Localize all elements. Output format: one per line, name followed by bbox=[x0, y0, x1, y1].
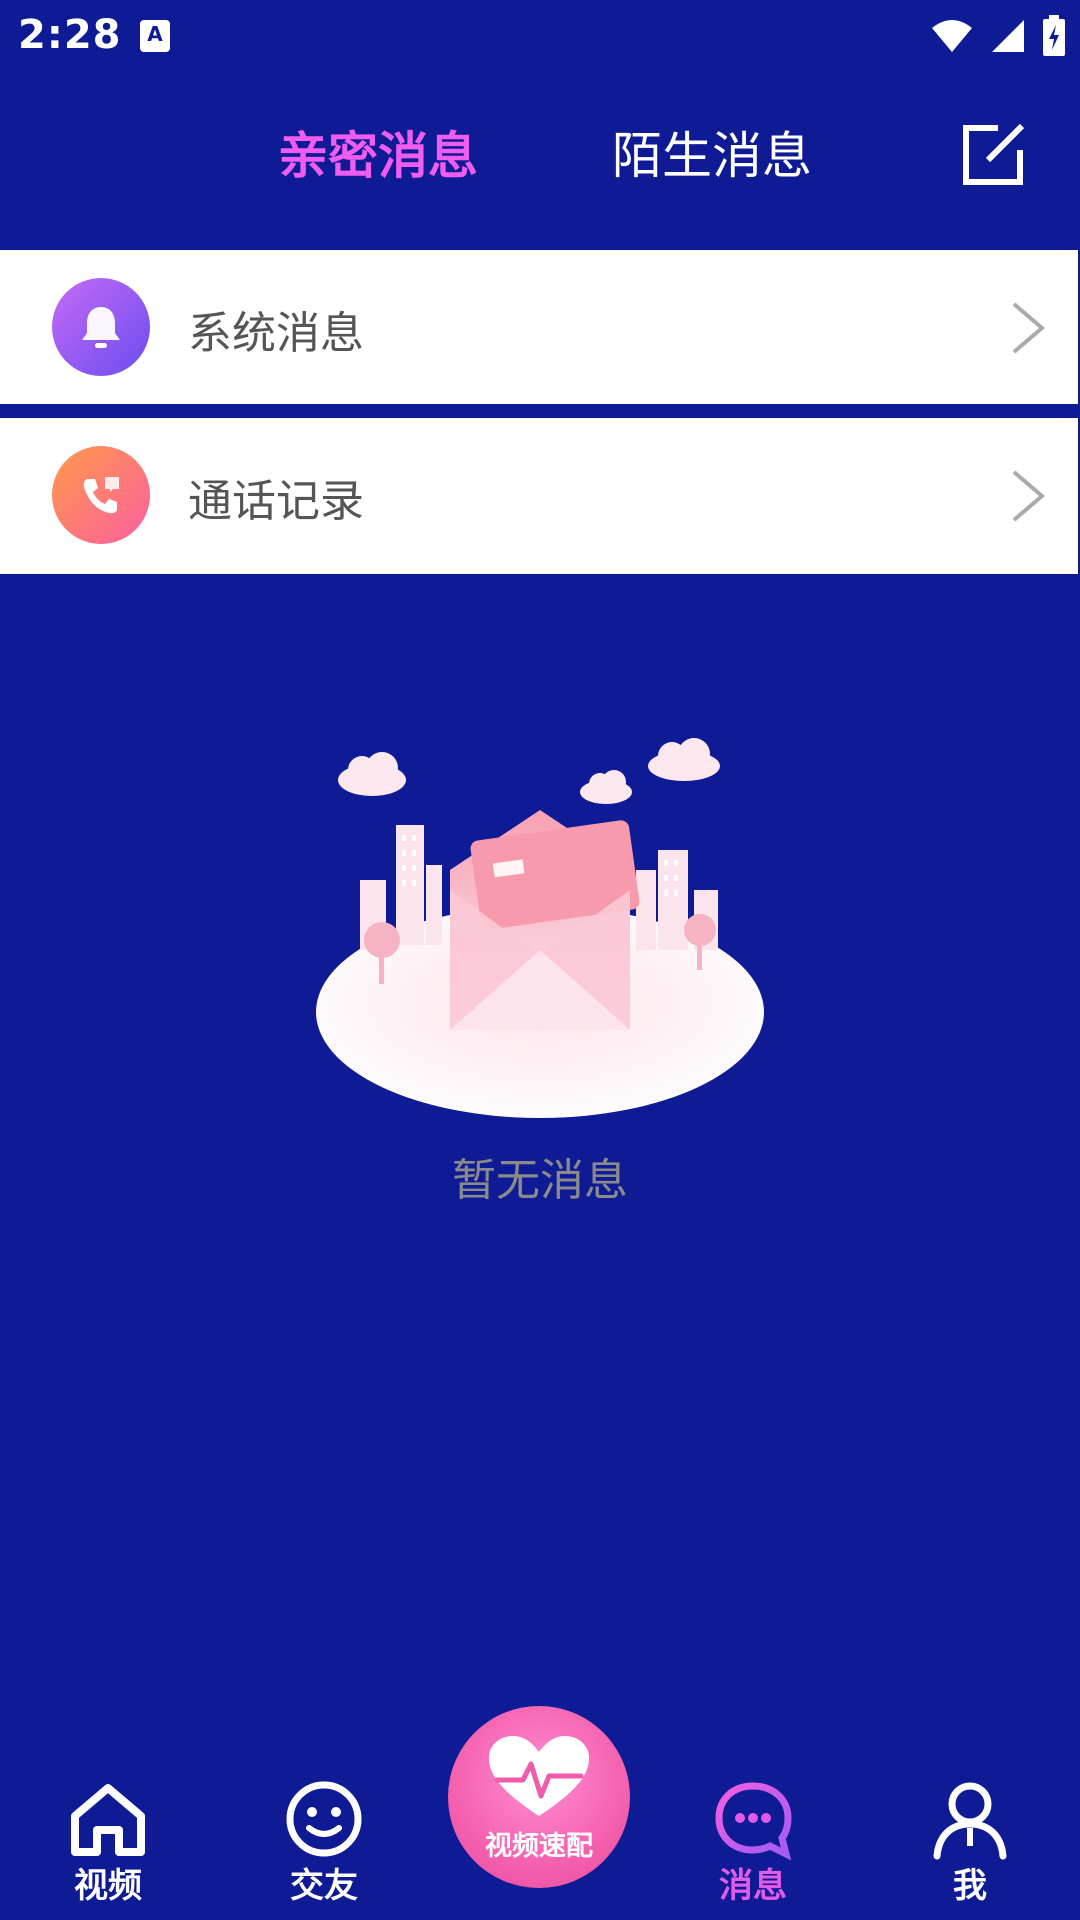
call-records-row[interactable]: 通话记录 bbox=[0, 418, 1078, 574]
cellular-signal-icon bbox=[992, 20, 1024, 52]
chat-bubble-icon bbox=[715, 1782, 792, 1861]
messages-page: 2:28 A 亲密消息 陌生消息 系统消息 通话记录 暂无消息 视频 交友 消息… bbox=[0, 0, 1080, 1920]
call-records-label: 通话记录 bbox=[188, 476, 364, 527]
envelope-city-illustration bbox=[316, 738, 764, 1118]
video-match-label: 视频速配 bbox=[485, 1831, 593, 1862]
nav-label-me: 我 bbox=[953, 1866, 987, 1906]
person-icon bbox=[933, 1782, 1007, 1860]
status-bar: 2:28 A bbox=[0, 0, 1080, 76]
nav-label-friends: 交友 bbox=[290, 1866, 358, 1906]
app-notification-icon: A bbox=[140, 20, 170, 52]
nav-label-messages: 消息 bbox=[719, 1866, 787, 1906]
nav-item-video[interactable]: 视频 bbox=[38, 1776, 178, 1907]
app-notification-badge: A bbox=[147, 22, 163, 46]
system-messages-label: 系统消息 bbox=[188, 308, 364, 359]
nav-item-me[interactable]: 我 bbox=[900, 1776, 1040, 1907]
heartbeat-icon bbox=[489, 1736, 589, 1816]
compose-icon[interactable] bbox=[958, 120, 1028, 190]
nav-label-video: 视频 bbox=[74, 1866, 142, 1906]
tab-intimate-messages[interactable]: 亲密消息 bbox=[278, 116, 478, 188]
wifi-icon bbox=[932, 20, 972, 52]
video-match-button[interactable]: 视频速配 bbox=[448, 1706, 630, 1888]
message-tabs-header: 亲密消息 陌生消息 bbox=[0, 76, 1080, 248]
empty-state-text: 暂无消息 bbox=[452, 1155, 628, 1206]
smiley-icon bbox=[286, 1781, 362, 1857]
tab-stranger-messages[interactable]: 陌生消息 bbox=[612, 116, 812, 188]
status-icons bbox=[930, 14, 1066, 58]
nav-item-friends[interactable]: 交友 bbox=[254, 1776, 394, 1907]
phone-icon bbox=[52, 446, 150, 544]
status-time: 2:28 bbox=[18, 12, 122, 58]
home-icon bbox=[71, 1784, 145, 1856]
system-messages-row[interactable]: 系统消息 bbox=[0, 250, 1078, 404]
nav-item-messages[interactable]: 消息 bbox=[683, 1776, 823, 1907]
bell-icon bbox=[52, 278, 150, 376]
chevron-right-icon bbox=[1012, 302, 1046, 354]
battery-charging-icon bbox=[1043, 15, 1065, 56]
chevron-right-icon bbox=[1012, 470, 1046, 522]
